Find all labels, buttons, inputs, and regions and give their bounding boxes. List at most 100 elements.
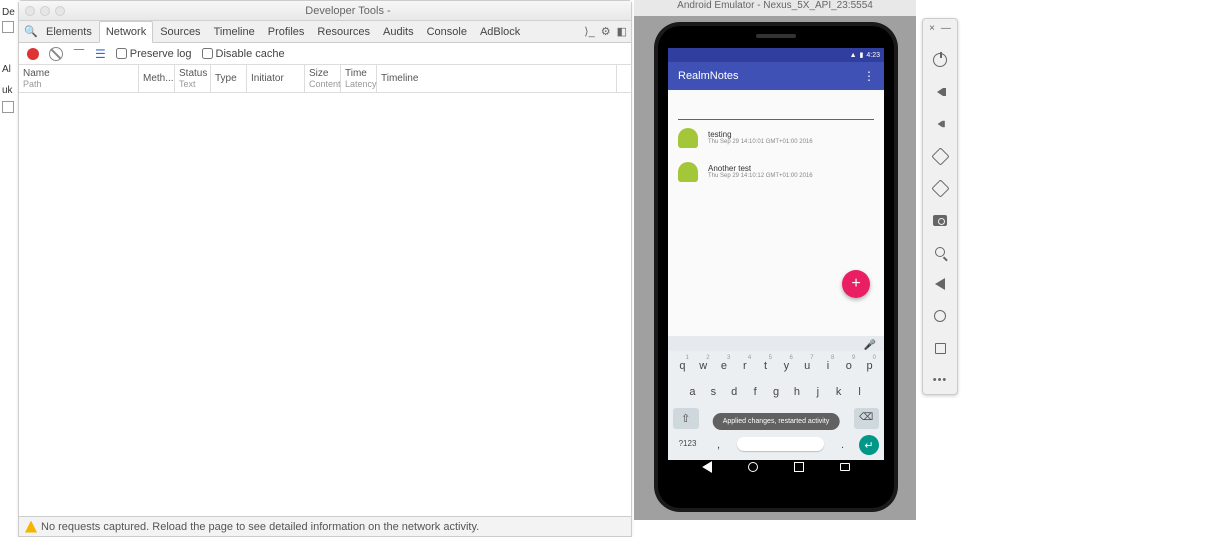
more-icon[interactable]: ••• (930, 370, 950, 390)
tab-network[interactable]: Network (99, 21, 153, 43)
power-icon[interactable] (930, 50, 950, 70)
column-header[interactable]: SizeContent (305, 65, 341, 92)
dock-icon[interactable]: ◧ (617, 25, 627, 38)
key-u[interactable]: u7 (798, 356, 817, 376)
devtools-titlebar[interactable]: Developer Tools - (19, 1, 631, 21)
column-header[interactable]: NamePath (19, 65, 139, 92)
search-icon[interactable]: 🔍 (23, 25, 39, 38)
record-button[interactable] (27, 48, 39, 60)
recent-icon[interactable] (930, 338, 950, 358)
toast-message: Applied changes, restarted activity (713, 413, 840, 430)
enter-key[interactable]: ↵ (859, 435, 879, 455)
page-left-edge: De Al uk (0, 0, 18, 537)
key-y[interactable]: y6 (777, 356, 796, 376)
drawer-icon[interactable]: ⟩_ (584, 25, 594, 38)
symbols-key[interactable]: ?123 (673, 435, 702, 455)
key-w[interactable]: w2 (694, 356, 713, 376)
column-header[interactable]: Meth... (139, 65, 175, 92)
column-header[interactable]: StatusText (175, 65, 211, 92)
key-t[interactable]: t5 (756, 356, 775, 376)
note-item[interactable]: testingThu Sep 29 14:10:01 GMT+01:00 201… (668, 120, 884, 154)
note-item[interactable]: Another testThu Sep 29 14:10:12 GMT+01:0… (668, 154, 884, 188)
emulator-minimize-button[interactable]: — (941, 23, 951, 34)
app-title: RealmNotes (678, 70, 739, 82)
view-icon[interactable]: ☰ (95, 47, 106, 61)
volume-down-icon[interactable] (930, 114, 950, 134)
key-l[interactable]: l (850, 382, 869, 402)
tab-adblock[interactable]: AdBlock (474, 22, 526, 42)
column-header[interactable]: Timeline (377, 65, 617, 92)
phone-speaker (756, 34, 796, 38)
search-input[interactable] (678, 96, 874, 120)
key-q[interactable]: q1 (673, 356, 692, 376)
tab-timeline[interactable]: Timeline (208, 22, 261, 42)
space-key[interactable] (737, 437, 824, 451)
disable-cache-checkbox[interactable]: Disable cache (202, 48, 285, 60)
volume-up-icon[interactable] (930, 82, 950, 102)
preserve-log-checkbox[interactable]: Preserve log (116, 48, 192, 60)
overflow-icon[interactable]: ⋮ (863, 69, 874, 83)
backspace-key[interactable]: ⌫ (854, 408, 880, 429)
nav-keyboard-icon[interactable] (840, 463, 850, 471)
nav-recent-icon[interactable] (794, 462, 804, 472)
key-p[interactable]: p0 (860, 356, 879, 376)
key-e[interactable]: e3 (715, 356, 734, 376)
home-icon[interactable] (930, 306, 950, 326)
key-i[interactable]: i8 (819, 356, 838, 376)
rotate-right-icon[interactable] (930, 178, 950, 198)
minimize-icon[interactable] (40, 6, 50, 16)
clear-icon[interactable] (49, 47, 63, 61)
network-toolbar: ☰ Preserve log Disable cache (19, 43, 631, 65)
nav-home-icon[interactable] (748, 462, 758, 472)
tab-audits[interactable]: Audits (377, 22, 420, 42)
traffic-lights[interactable] (25, 6, 65, 16)
phone-screen[interactable]: ▲ ▮ 4:23 RealmNotes ⋮ testingThu Sep 29 … (668, 48, 884, 474)
key-h[interactable]: h (787, 382, 806, 402)
devtools-tabs: 🔍 Elements Network Sources Timeline Prof… (19, 21, 631, 43)
phone-frame: ▲ ▮ 4:23 RealmNotes ⋮ testingThu Sep 29 … (654, 22, 898, 512)
rotate-left-icon[interactable] (930, 146, 950, 166)
tab-elements[interactable]: Elements (40, 22, 98, 42)
screenshot-icon[interactable] (930, 210, 950, 230)
zoom-icon[interactable] (55, 6, 65, 16)
key-k[interactable]: k (829, 382, 848, 402)
tab-profiles[interactable]: Profiles (262, 22, 311, 42)
back-icon[interactable] (930, 274, 950, 294)
key-f[interactable]: f (746, 382, 765, 402)
key-r[interactable]: r4 (735, 356, 754, 376)
warning-icon (25, 521, 37, 533)
emulator-area: Android Emulator - Nexus_5X_API_23:5554 … (634, 0, 916, 520)
key-o[interactable]: o9 (839, 356, 858, 376)
emulator-title: Android Emulator - Nexus_5X_API_23:5554 (634, 0, 916, 16)
column-header[interactable]: Type (211, 65, 247, 92)
android-icon (678, 160, 700, 182)
emulator-close-button[interactable]: × (929, 23, 935, 34)
app-bar: RealmNotes ⋮ (668, 62, 884, 90)
android-navbar (668, 460, 884, 474)
close-icon[interactable] (25, 6, 35, 16)
period-key[interactable]: . (828, 435, 857, 455)
devtools-window: Developer Tools - 🔍 Elements Network Sou… (18, 0, 632, 537)
filter-icon[interactable] (73, 49, 85, 59)
android-icon (678, 126, 700, 148)
column-header[interactable]: Initiator (247, 65, 305, 92)
column-header[interactable]: TimeLatency (341, 65, 377, 92)
battery-icon: ▮ (860, 51, 864, 59)
tab-console[interactable]: Console (421, 22, 473, 42)
nav-back-icon[interactable] (702, 461, 712, 473)
fab-add-button[interactable]: + (842, 270, 870, 298)
shift-key[interactable]: ⇧ (673, 408, 699, 429)
key-g[interactable]: g (767, 382, 786, 402)
tab-resources[interactable]: Resources (311, 22, 376, 42)
settings-icon[interactable]: ⚙ (601, 25, 611, 38)
mic-icon[interactable]: 🎤 (864, 340, 876, 351)
key-d[interactable]: d (725, 382, 744, 402)
zoom-icon[interactable] (930, 242, 950, 262)
key-a[interactable]: a (683, 382, 702, 402)
soft-keyboard[interactable]: q1w2e3r4t5y6u7i8o9p0 asdfghjkl ⇧ ⌫ ?123 … (668, 351, 884, 460)
status-time: 4:23 (866, 52, 880, 59)
key-s[interactable]: s (704, 382, 723, 402)
key-j[interactable]: j (808, 382, 827, 402)
comma-key[interactable]: , (704, 435, 733, 455)
tab-sources[interactable]: Sources (154, 22, 206, 42)
